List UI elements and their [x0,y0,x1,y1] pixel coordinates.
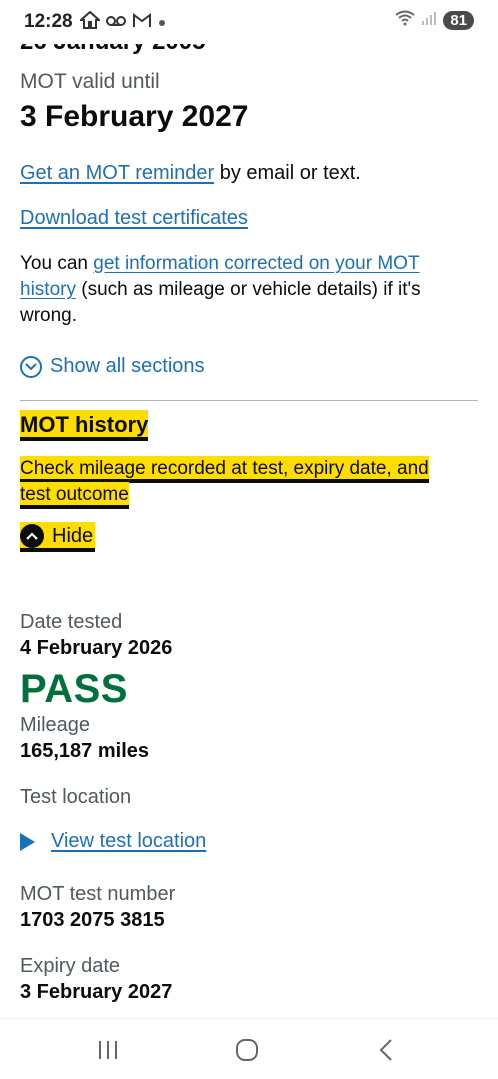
reminder-suffix: by email or text. [214,162,361,184]
show-all-sections-button[interactable]: Show all sections [20,355,205,378]
status-right: 81 [395,10,474,31]
mot-history-heading[interactable]: MOT history [20,412,149,438]
section-divider [20,400,478,401]
test-number-label: MOT test number [20,883,176,905]
hide-label: Hide [52,524,94,547]
mot-valid-value: 3 February 2027 [20,100,249,133]
date-tested-label: Date tested [20,611,123,633]
view-test-location-toggle[interactable]: View test location [20,830,206,853]
expiry-date-value: 3 February 2027 [20,981,173,1003]
home-icon [78,10,102,34]
recents-icon[interactable] [93,1037,123,1063]
test-number-value: 1703 2075 3815 [20,909,165,931]
status-icons-left [78,10,166,34]
mot-history-summary: Check mileage recorded at test, expiry d… [20,456,460,508]
status-bar: 12:28 81 [0,0,498,44]
date-tested-value: 4 February 2026 [20,637,173,659]
chevron-down-icon [20,355,42,378]
navigation-bar [0,1018,498,1079]
home-button-icon[interactable] [232,1037,262,1063]
corrections-prefix: You can [20,253,94,274]
reminder-line: Get an MOT reminder by email or text. [20,160,361,186]
gmail-icon [132,12,152,33]
signal-icon [421,10,437,31]
voicemail-icon [106,14,126,32]
mot-valid-label: MOT valid until [20,70,160,93]
mot-reminder-link[interactable]: Get an MOT reminder [20,162,214,184]
mot-history-summary-text: Check mileage recorded at test, expiry d… [20,458,429,505]
dot-icon [158,14,166,32]
mot-history-title: MOT history [20,412,149,437]
test-result: PASS [20,667,128,711]
wifi-icon [395,10,415,31]
download-certificates-link[interactable]: Download test certificates [20,207,248,229]
show-all-label: Show all sections [50,355,205,377]
view-test-location-link[interactable]: View test location [51,830,206,853]
back-icon[interactable] [371,1037,401,1063]
mileage-label: Mileage [20,714,91,736]
chevron-up-icon [20,524,44,548]
triangle-right-icon [20,832,35,851]
status-time: 12:28 [24,11,73,32]
expiry-date-label: Expiry date [20,955,121,977]
test-location-label: Test location [20,786,132,808]
hide-section-button[interactable]: Hide [20,524,96,548]
screen: 12:28 81 26 January 2005 [0,0,498,1079]
battery-indicator: 81 [443,11,474,30]
corrections-suffix: (such as mileage or vehicle details) if … [20,279,421,326]
corrections-paragraph: You can get information corrected on you… [20,251,460,329]
mileage-value: 165,187 miles [20,740,149,762]
download-line: Download test certificates [20,205,248,231]
